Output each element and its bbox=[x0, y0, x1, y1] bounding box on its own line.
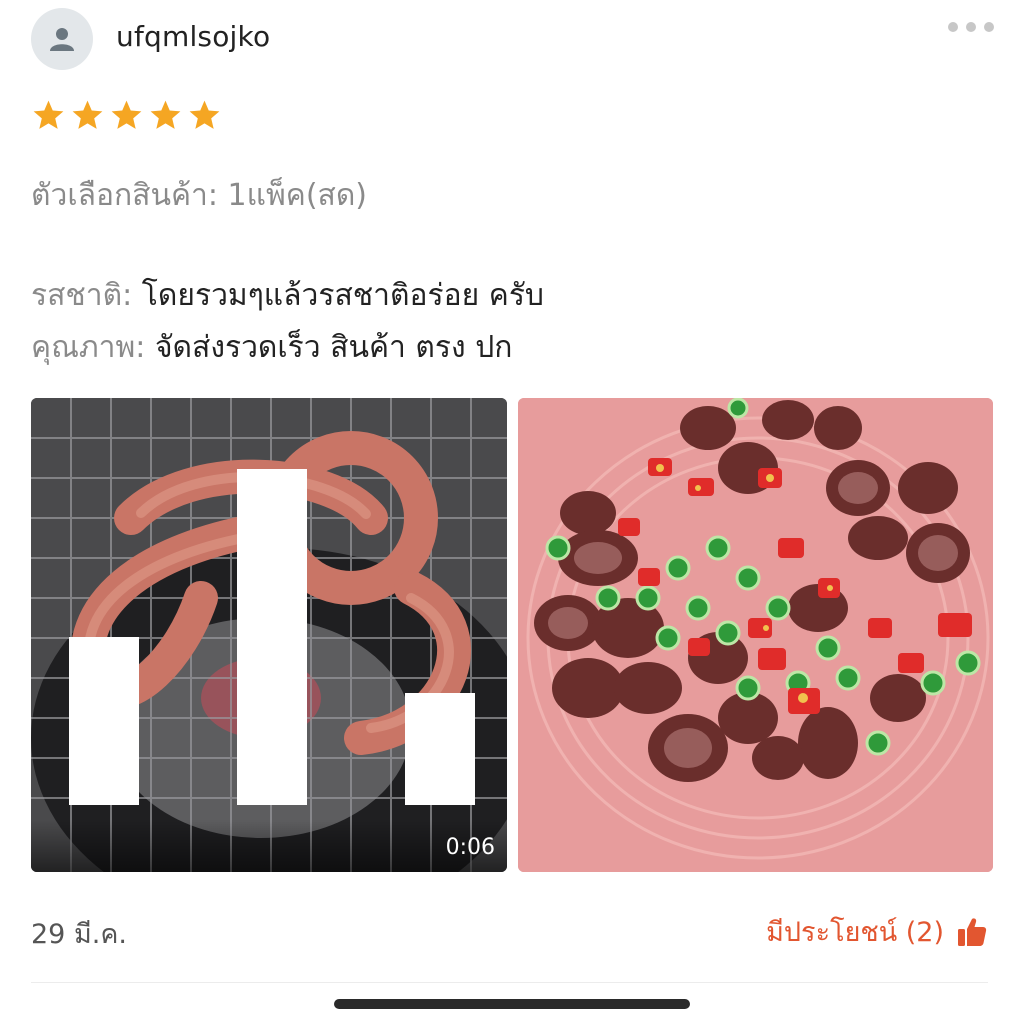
home-indicator[interactable] bbox=[334, 999, 690, 1009]
helpful-button[interactable]: มีประโยชน์ (2) bbox=[766, 910, 988, 953]
quality-value: จัดส่งรวดเร็ว สินค้า ตรง ปก bbox=[154, 330, 513, 365]
review-card: ufqmlsojko ตัวเลือกสินค้า: 1แพ็ค(สด) รสช… bbox=[0, 0, 1024, 1024]
quality-line: คุณภาพ: จัดส่งรวดเร็ว สินค้า ตรง ปก bbox=[31, 324, 512, 371]
star-icon bbox=[72, 100, 103, 129]
variant-label: ตัวเลือกสินค้า: bbox=[31, 178, 218, 213]
variant-line: ตัวเลือกสินค้า: 1แพ็ค(สด) bbox=[31, 172, 367, 219]
rating-stars bbox=[31, 98, 222, 133]
review-date: 29 มี.ค. bbox=[31, 919, 127, 950]
video-bars-icon bbox=[69, 469, 475, 805]
review-photo-thumbnail[interactable] bbox=[518, 398, 993, 872]
review-video-thumbnail[interactable]: 0:06 bbox=[31, 398, 507, 872]
variant-value: 1แพ็ค(สด) bbox=[227, 178, 368, 213]
taste-label: รสชาติ: bbox=[31, 278, 133, 313]
taste-value: โดยรวมๆแล้วรสชาติอร่อย ครับ bbox=[141, 278, 544, 313]
avatar[interactable] bbox=[31, 8, 93, 70]
username[interactable]: ufqmlsojko bbox=[116, 20, 270, 53]
more-horizontal-icon bbox=[948, 22, 958, 32]
helpful-label: มีประโยชน์ (2) bbox=[766, 917, 944, 948]
star-icon bbox=[150, 100, 181, 129]
divider bbox=[31, 982, 988, 983]
sausage-salad-image bbox=[518, 398, 993, 872]
thumbs-up-icon bbox=[958, 917, 987, 946]
user-icon bbox=[50, 28, 74, 51]
quality-label: คุณภาพ: bbox=[31, 330, 146, 365]
more-dot bbox=[966, 22, 976, 32]
video-duration: 0:06 bbox=[445, 835, 495, 860]
star-icon bbox=[189, 100, 220, 129]
star-icon bbox=[111, 100, 142, 129]
more-options-button[interactable] bbox=[948, 14, 994, 40]
more-dot bbox=[984, 22, 994, 32]
taste-line: รสชาติ: โดยรวมๆแล้วรสชาติอร่อย ครับ bbox=[31, 272, 544, 319]
star-icon bbox=[33, 100, 64, 129]
